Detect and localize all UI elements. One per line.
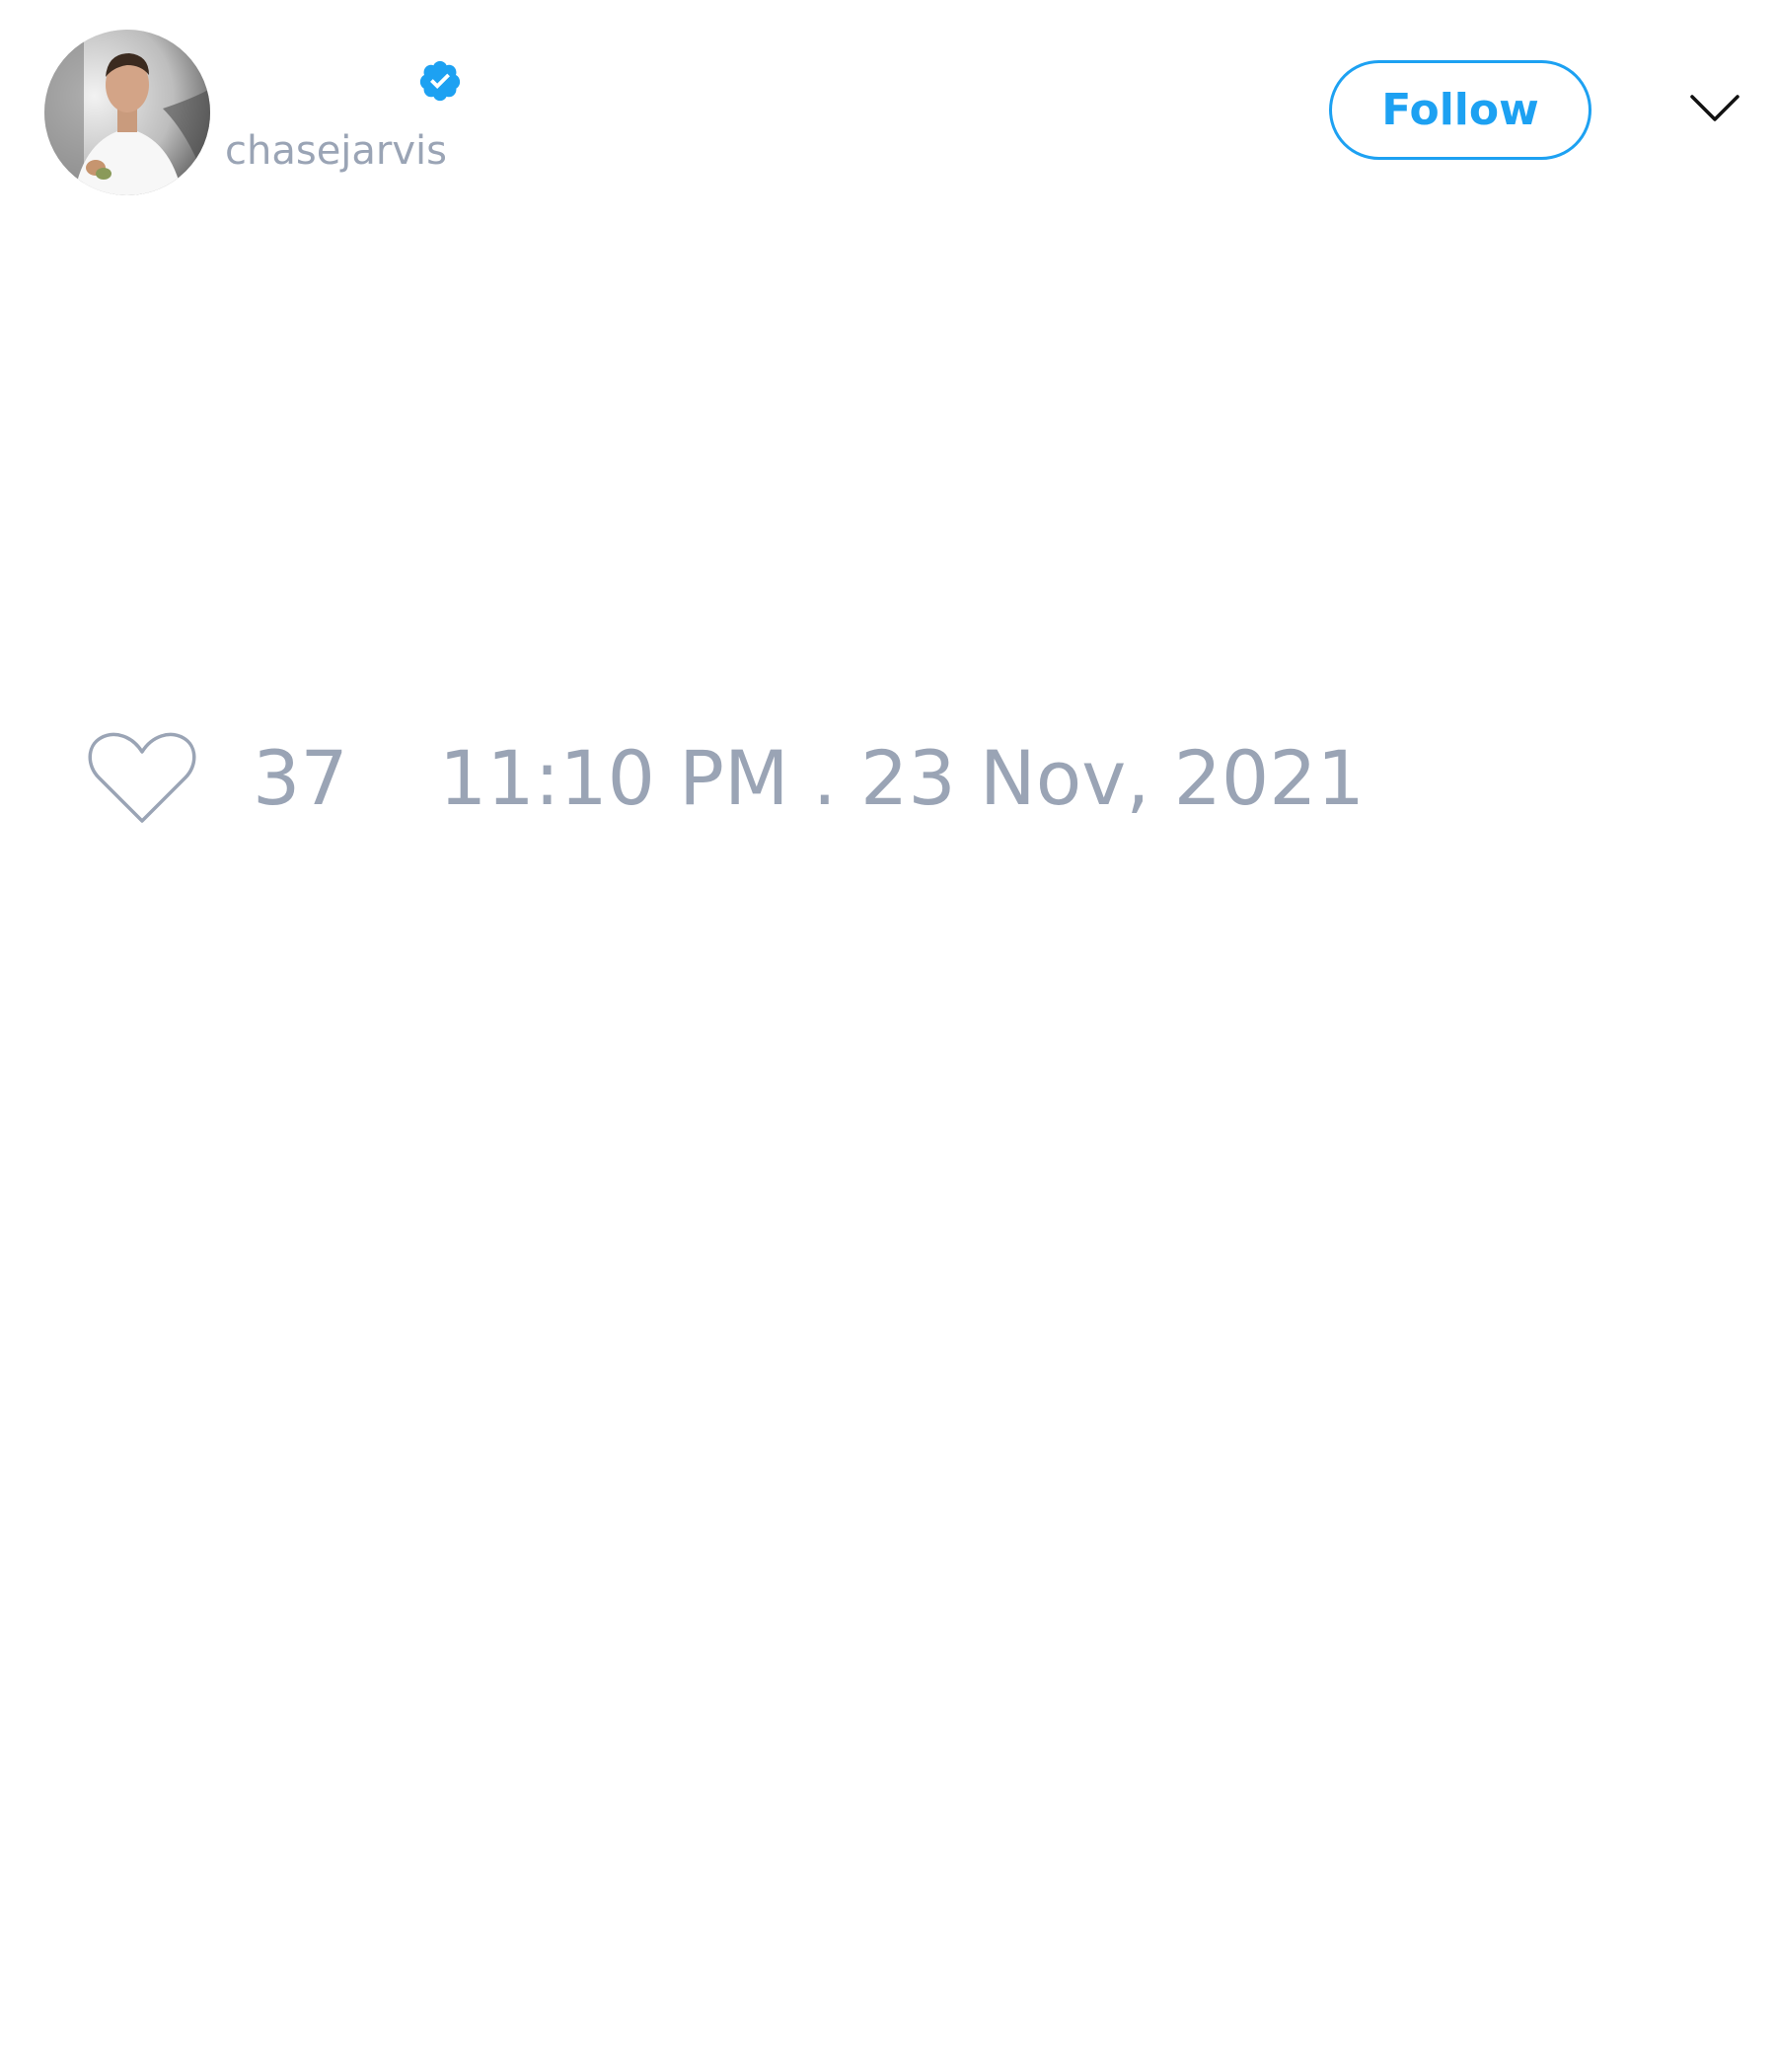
author-handle[interactable]: chasejarvis [225,126,447,176]
tweet-timestamp[interactable]: 11:10 PM . 23 Nov, 2021 [439,734,1365,823]
verified-badge-icon [419,60,461,102]
avatar-photo [44,30,210,195]
avatar[interactable] [44,30,210,195]
heart-outline-icon[interactable] [87,730,197,827]
follow-button[interactable]: Follow [1329,60,1591,160]
chevron-down-icon[interactable] [1689,91,1740,124]
like-count: 37 [253,734,348,822]
